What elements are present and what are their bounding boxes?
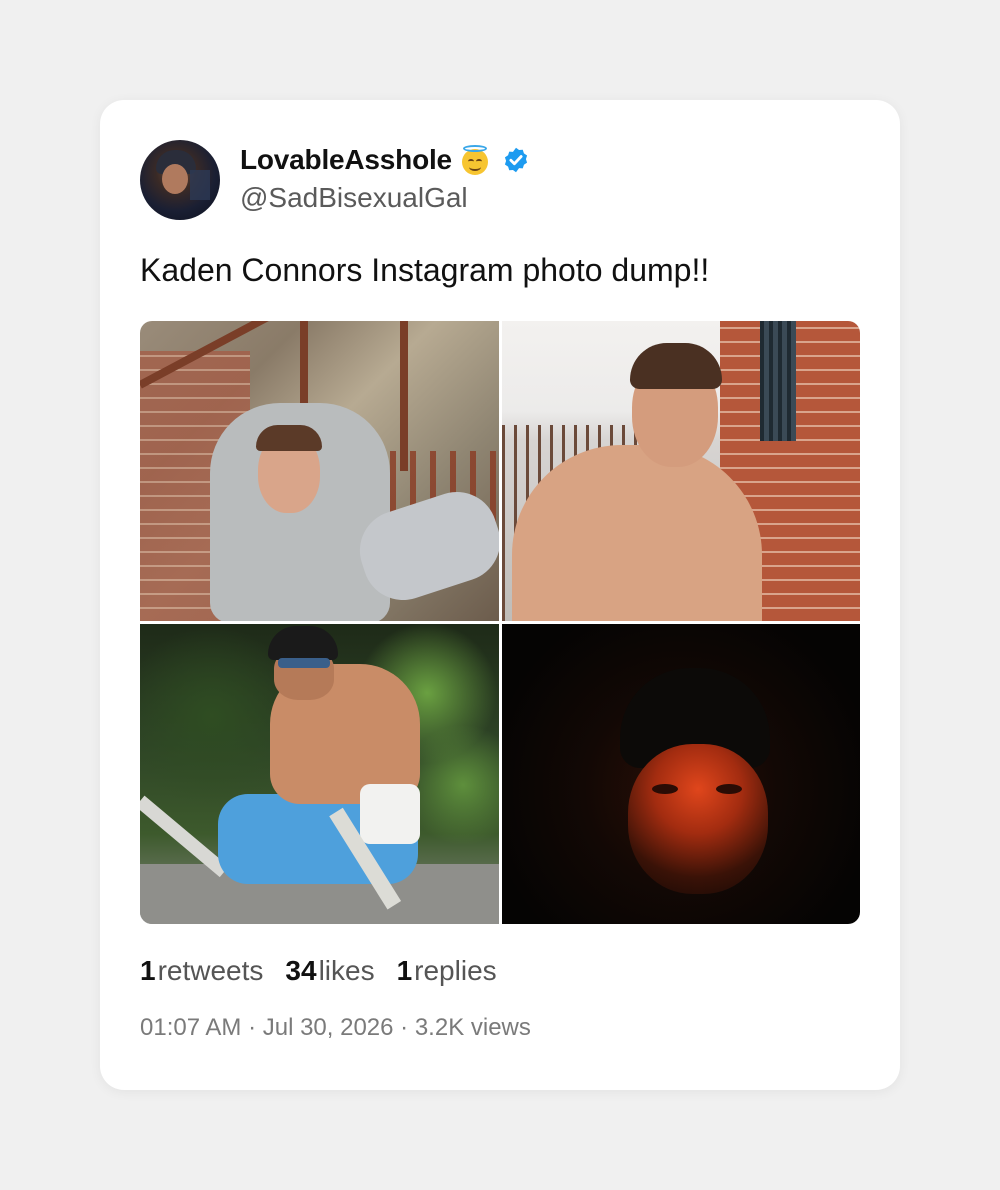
photo-grid <box>140 321 860 924</box>
avatar-face <box>162 164 188 194</box>
photo-red-lit-face[interactable] <box>502 624 860 924</box>
photo-shirtless-brick-wall[interactable] <box>502 321 860 621</box>
display-name[interactable]: LovableAsshole <box>240 144 452 176</box>
avatar-background <box>190 170 210 200</box>
user-names: LovableAsshole @SadBisexualGal <box>240 140 530 220</box>
replies-stat[interactable]: 1 replies <box>397 955 497 987</box>
photo-hoodie-fire-escape[interactable] <box>140 321 499 621</box>
halo-emoji-icon <box>460 145 490 175</box>
likes-count: 34 <box>285 955 317 986</box>
avatar[interactable] <box>140 140 220 220</box>
photo-outdoor-workout[interactable] <box>140 624 499 924</box>
replies-count: 1 <box>396 955 413 986</box>
tweet-text: Kaden Connors Instagram photo dump!! <box>140 252 710 288</box>
tweet-meta: 01:07 AM · Jul 30, 2026 · 3.2K views <box>140 1014 531 1041</box>
tweet-header: LovableAsshole @SadBisexualGal <box>140 140 530 220</box>
likes-label: likes <box>318 955 375 986</box>
tweet-card: LovableAsshole @SadBisexualGal Kaden Con… <box>100 100 900 1090</box>
retweets-label: retweets <box>157 955 264 986</box>
likes-stat[interactable]: 34 likes <box>285 955 374 987</box>
user-handle[interactable]: @SadBisexualGal <box>240 180 530 220</box>
replies-label: replies <box>414 955 497 986</box>
retweets-stat[interactable]: 1 retweets <box>140 955 263 987</box>
retweets-count: 1 <box>140 955 156 986</box>
engagement-stats: 1 retweets 34 likes 1 replies <box>140 955 519 987</box>
verified-badge-icon <box>504 147 528 173</box>
display-name-row: LovableAsshole <box>240 140 530 180</box>
